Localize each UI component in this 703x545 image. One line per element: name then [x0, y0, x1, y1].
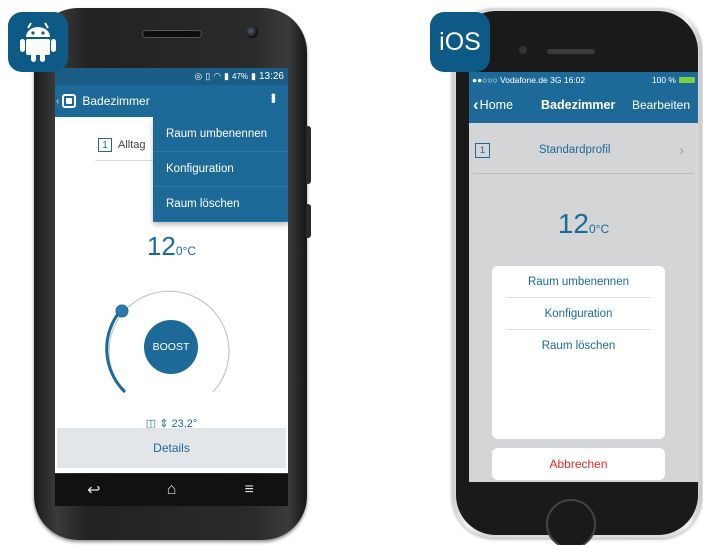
- sheet-item-rename[interactable]: Raum umbenennen: [506, 266, 651, 298]
- menu-item-rename[interactable]: Raum umbenennen: [153, 117, 288, 152]
- android-status-bar: ◎ ▯ ◠ ▮ 47% ▮ 13:26: [55, 68, 288, 85]
- android-badge: [8, 12, 68, 72]
- room-icon: [62, 94, 77, 108]
- ios-screen: ●●○○○ Vodafone.de 3G 16:02 100 % ‹ Home …: [469, 72, 698, 482]
- ios-action-sheet: Raum umbenennen Konfiguration Raum lösch…: [492, 266, 665, 439]
- signal-icon: ▮: [224, 71, 229, 81]
- profile-label: Standardprofil: [538, 144, 611, 156]
- volume-button: [306, 126, 311, 184]
- profile-label: Alltag: [118, 139, 146, 151]
- details-button[interactable]: Details: [57, 428, 286, 468]
- back-button[interactable]: ‹ Home: [473, 95, 513, 115]
- front-camera-icon: [246, 26, 258, 38]
- boost-button[interactable]: BOOST: [144, 320, 198, 374]
- front-camera-icon: [519, 46, 527, 54]
- speaker-grille: [142, 30, 202, 38]
- overflow-menu-icon[interactable]: •••: [266, 93, 282, 102]
- battery-percent: 47%: [232, 72, 249, 81]
- android-screen: ◎ ▯ ◠ ▮ 47% ▮ 13:26 ‹ Badezimmer ••• 1 A…: [55, 68, 288, 473]
- menu-item-configuration[interactable]: Konfiguration: [153, 152, 288, 187]
- battery-icon: [679, 76, 695, 83]
- alarm-icon: ◎: [194, 71, 203, 81]
- divider: [473, 173, 694, 174]
- vibrate-icon: ▯: [205, 71, 211, 81]
- profile-number: 1: [98, 138, 112, 152]
- home-nav-icon[interactable]: ⌂: [151, 481, 191, 499]
- android-overflow-menu: Raum umbenennen Konfiguration Raum lösch…: [153, 117, 288, 222]
- temperature-unit: 0°C: [175, 244, 197, 258]
- android-robot-icon: [20, 22, 56, 62]
- chevron-right-icon: ›: [679, 142, 684, 158]
- carrier-info: ●●○○○ Vodafone.de 3G 16:02: [472, 74, 586, 85]
- temperature-value: 12: [146, 231, 176, 261]
- page-title: Badezimmer: [82, 94, 150, 108]
- sheet-item-delete[interactable]: Raum löschen: [506, 330, 651, 362]
- dial-handle: [115, 304, 129, 318]
- cancel-button[interactable]: Abbrechen: [492, 448, 665, 480]
- status-time: 13:26: [258, 71, 284, 82]
- profile-selector[interactable]: 1 Standardprofil ›: [469, 132, 698, 168]
- android-navigation-bar: ↩ ⌂ ≡: [55, 474, 288, 506]
- recents-nav-icon[interactable]: ≡: [229, 481, 269, 499]
- back-chevron-icon[interactable]: ‹: [56, 96, 59, 107]
- ios-navigation-bar: ‹ Home Badezimmer Bearbeiten: [469, 87, 698, 123]
- back-nav-icon[interactable]: ↩: [74, 480, 114, 500]
- profile-selector[interactable]: 1 Alltag: [98, 138, 146, 152]
- power-button: [306, 204, 311, 238]
- temperature-value: 12: [557, 208, 589, 239]
- temperature-display: 120°C: [469, 208, 698, 240]
- battery-status: 100 %: [652, 75, 695, 85]
- android-app-bar: ‹ Badezimmer •••: [55, 85, 288, 117]
- page-title: Badezimmer: [541, 98, 616, 112]
- ios-status-bar: ●●○○○ Vodafone.de 3G 16:02 100 %: [469, 72, 698, 87]
- edit-button[interactable]: Bearbeiten: [632, 98, 690, 112]
- wifi-icon: ◠: [213, 71, 222, 81]
- temperature-unit: 0°C: [589, 222, 610, 236]
- speaker-grille: [547, 49, 595, 54]
- home-button[interactable]: [546, 499, 596, 545]
- battery-percent: 100 %: [651, 74, 676, 85]
- temperature-display: 120°C: [55, 231, 288, 262]
- ios-badge: iOS: [430, 12, 490, 72]
- battery-icon: ▮: [251, 71, 256, 81]
- sheet-item-configuration[interactable]: Konfiguration: [506, 298, 651, 330]
- menu-item-delete[interactable]: Raum löschen: [153, 187, 288, 222]
- back-chevron-icon: ‹: [473, 95, 479, 114]
- back-label: Home: [479, 98, 514, 112]
